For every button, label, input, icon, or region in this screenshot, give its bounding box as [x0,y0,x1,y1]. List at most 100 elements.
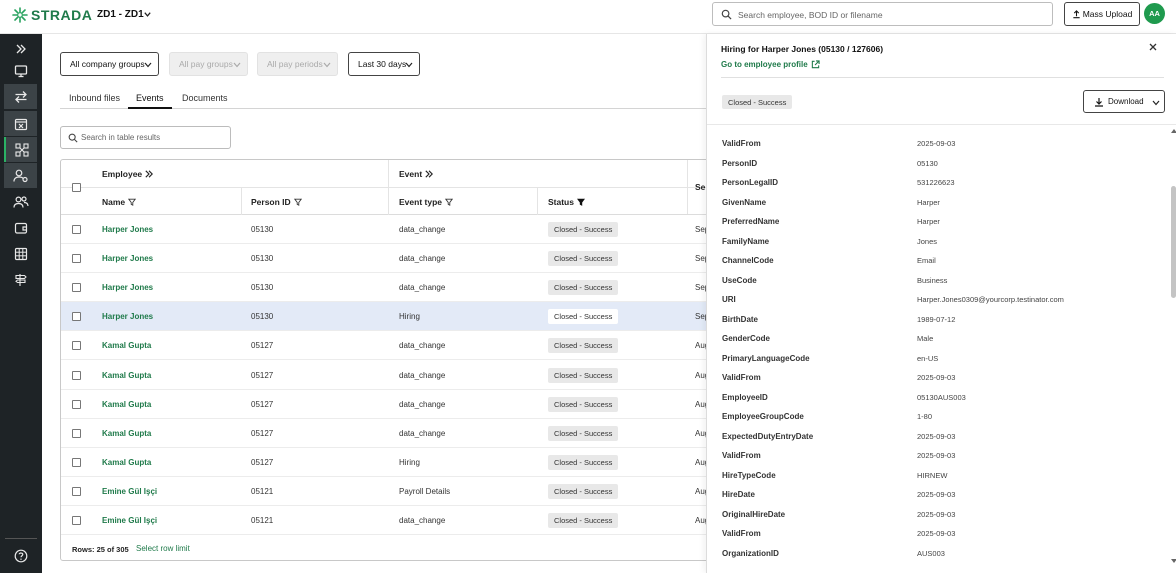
row-checkbox[interactable] [72,516,81,525]
table-row[interactable]: Kamal Gupta 05127 data_change Closed - S… [61,419,709,448]
employee-name-link[interactable]: Harper Jones [102,283,153,292]
sidebar-item-help[interactable] [4,543,37,568]
scroll-down-icon[interactable] [1170,558,1176,564]
table-row-selected[interactable]: Harper Jones 05130 Hiring Closed - Succe… [61,302,709,331]
table-row[interactable]: Kamal Gupta 05127 data_change Closed - S… [61,390,709,419]
tab-documents[interactable]: Documents [182,93,228,109]
org-selector-label[interactable]: ZD1 - ZD1 [97,9,144,20]
signpost-icon [14,273,27,286]
status-column-header[interactable]: Status [548,197,585,207]
table-search-input[interactable] [81,131,226,144]
table-search-box[interactable] [60,126,231,149]
employee-name-link[interactable]: Kamal Gupta [102,400,151,409]
scroll-up-icon[interactable] [1170,128,1176,134]
employee-name-link[interactable]: Kamal Gupta [102,458,151,467]
row-checkbox[interactable] [72,429,81,438]
close-icon[interactable] [1148,42,1158,52]
event-group-label: Event [399,169,423,179]
event-type-column-header[interactable]: Event type [399,197,453,207]
employee-name-link[interactable]: Kamal Gupta [102,341,151,350]
employee-name-link[interactable]: Harper Jones [102,254,153,263]
employee-name-link[interactable]: Emine Gül Işçi [102,487,157,496]
field-value: Male [917,334,934,343]
field-value: Harper.Jones0309@yourcorp.testinator.com [917,295,1064,304]
date-range-label: Last 30 days [358,59,407,69]
tab-inbound-files[interactable]: Inbound files [69,93,120,109]
global-search-box[interactable] [712,2,1053,26]
table-row[interactable]: Kamal Gupta 05127 data_change Closed - S… [61,361,709,390]
table-row[interactable]: Harper Jones 05130 data_change Closed - … [61,244,709,273]
row-checkbox[interactable] [72,487,81,496]
table-row[interactable]: Kamal Gupta 05127 Hiring Closed - Succes… [61,448,709,477]
field-value: 1989-07-12 [917,314,956,324]
row-checkbox[interactable] [72,458,81,467]
person-id-cell: 05127 [251,371,274,380]
employee-name-link[interactable]: Harper Jones [102,225,153,234]
strada-logo[interactable]: STRADA [12,7,92,23]
row-checkbox[interactable] [72,312,81,321]
filter-icon[interactable] [128,198,137,206]
person-id-column-header[interactable]: Person ID [251,197,302,207]
pay-groups-dropdown[interactable]: All pay groups [169,52,248,76]
employee-name-link[interactable]: Kamal Gupta [102,371,151,380]
select-row-limit-link[interactable]: Select row limit [136,544,190,553]
name-column-header[interactable]: Name [102,197,137,207]
employee-name-link[interactable]: Harper Jones [102,312,153,321]
mass-upload-button[interactable]: Mass Upload [1064,2,1140,26]
global-search-input[interactable] [738,7,1038,22]
field-value: Harper [917,197,940,207]
filter-icon[interactable] [293,198,302,206]
tab-events[interactable]: Events [128,93,172,109]
field-row: OriginalHireDate 2025-09-03 [707,505,1167,525]
sidebar-item-transfers[interactable] [4,84,37,109]
table-row[interactable]: Harper Jones 05130 data_change Closed - … [61,215,709,244]
row-checkbox[interactable] [72,341,81,350]
scrollbar-thumb[interactable] [1171,186,1176,298]
download-button[interactable]: Download [1083,90,1165,113]
rows-count: Rows: 25 of 305 [72,545,129,554]
employee-group-label: Employee [102,169,143,179]
table-row[interactable]: Harper Jones 05130 data_change Closed - … [61,273,709,302]
event-group-header[interactable]: Event [399,169,434,179]
company-groups-dropdown[interactable]: All company groups [60,52,159,76]
sidebar-item-dashboard[interactable] [4,58,37,83]
field-key: UseCode [722,275,757,285]
date-range-dropdown[interactable]: Last 30 days [348,52,420,76]
column-divider [537,188,538,215]
expand-chevrons-icon [425,170,434,178]
external-link-icon [811,60,820,69]
row-checkbox[interactable] [72,225,81,234]
panel-scrollbar[interactable] [1169,128,1176,568]
employee-name-link[interactable]: Kamal Gupta [102,429,151,438]
employee-profile-link[interactable]: Go to employee profile [721,60,820,69]
field-value: 2025-09-03 [917,451,956,460]
field-row: HireTypeCode HIRNEW [707,466,1167,486]
sidebar-item-user-settings[interactable] [4,163,37,188]
field-key: ValidFrom [722,451,761,460]
filter-active-icon[interactable] [576,198,585,206]
field-row: ExpectedDutyEntryDate 2025-09-03 [707,427,1167,447]
filter-icon[interactable] [445,198,453,206]
sidebar-item-wallet[interactable] [4,215,37,240]
sidebar-item-signpost[interactable] [4,267,37,292]
chevron-down-icon[interactable] [143,10,152,19]
field-key: EmployeeID [722,392,768,402]
row-checkbox[interactable] [72,400,81,409]
table-row[interactable]: Kamal Gupta 05127 data_change Closed - S… [61,331,709,360]
row-checkbox[interactable] [72,283,81,292]
table-row[interactable]: Emine Gül Işçi 05121 data_change Closed … [61,506,709,535]
employee-name-link[interactable]: Emine Gül Işçi [102,516,157,525]
sidebar-item-calendar[interactable] [4,111,37,136]
employee-group-header[interactable]: Employee [102,169,154,179]
status-badge: Closed - Success [548,484,619,499]
field-key: ValidFrom [722,529,761,538]
row-checkbox[interactable] [72,254,81,263]
sidebar-item-people[interactable] [4,189,37,214]
sidebar-item-events[interactable] [4,137,37,162]
user-avatar[interactable]: AA [1144,3,1165,24]
table-row[interactable]: Emine Gül Işçi 05121 Payroll Details Clo… [61,477,709,506]
pay-periods-dropdown[interactable]: All pay periods [257,52,338,76]
sidebar-item-grid[interactable] [4,241,37,266]
row-checkbox[interactable] [72,371,81,380]
search-icon [68,133,78,143]
